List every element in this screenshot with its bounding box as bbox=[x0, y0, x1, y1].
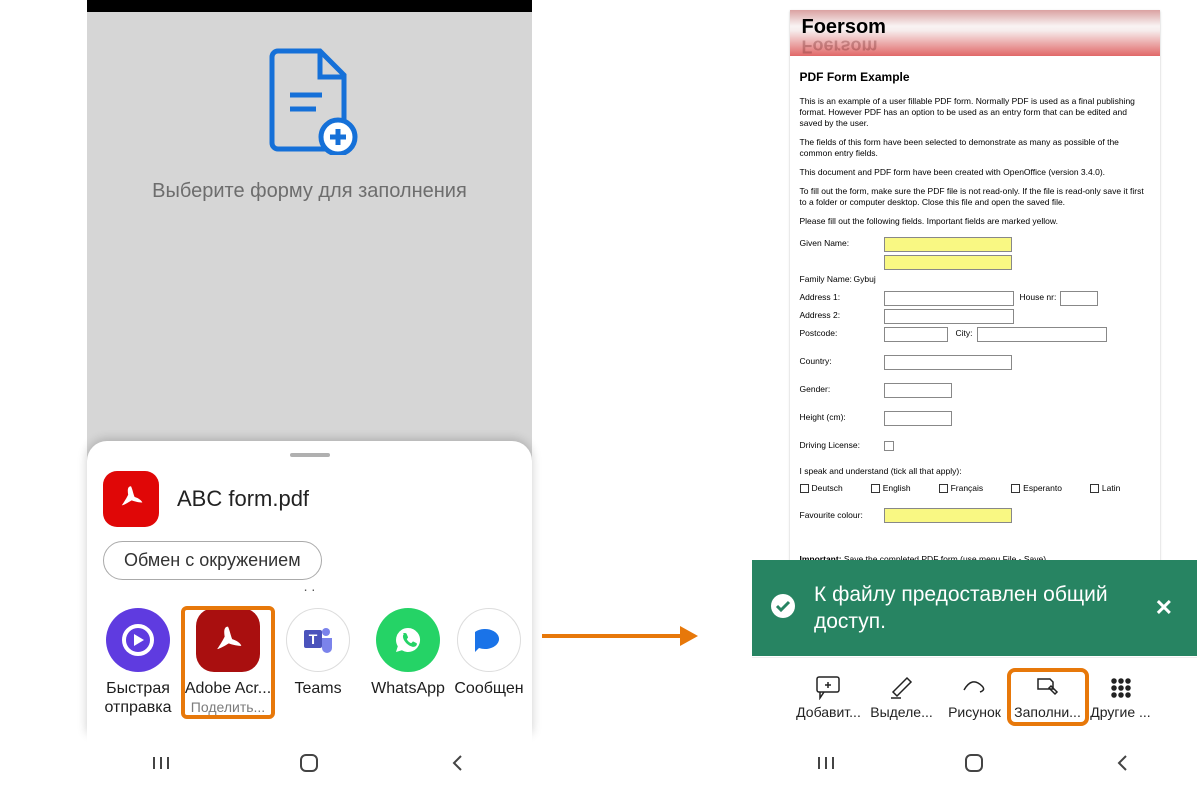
pdf-banner: Foersom Foersom bbox=[790, 10, 1160, 56]
postcode-field[interactable] bbox=[884, 327, 948, 342]
field-label-given-name: Given Name: bbox=[800, 238, 864, 249]
lang-deutsch-checkbox[interactable]: Deutsch bbox=[800, 483, 843, 494]
choose-form-text: Выберите форму для заполнения bbox=[152, 180, 467, 203]
pdf-brand-reflection: Foersom bbox=[802, 34, 878, 57]
share-app-teams[interactable]: T Teams bbox=[273, 608, 363, 717]
tool-draw[interactable]: Рисунок bbox=[940, 674, 1010, 720]
app-label: Быстрая отправка bbox=[104, 680, 171, 717]
nav-home-icon[interactable] bbox=[297, 751, 321, 780]
field-label-height: Height (cm): bbox=[800, 412, 864, 423]
acrobat-app-icon bbox=[196, 608, 260, 672]
nearby-share-button[interactable]: Обмен с окружением bbox=[103, 541, 322, 580]
field-label-postcode: Postcode: bbox=[800, 328, 864, 339]
pdf-paragraph: This is an example of a user fillable PD… bbox=[800, 96, 1150, 129]
field-label-driving-license: Driving License: bbox=[800, 440, 876, 451]
favourite-colour-field[interactable] bbox=[884, 508, 1012, 523]
nav-home-icon[interactable] bbox=[962, 751, 986, 780]
city-field[interactable] bbox=[977, 327, 1107, 342]
lang-francais-checkbox[interactable]: Français bbox=[939, 483, 984, 494]
field-label-address2: Address 2: bbox=[800, 310, 864, 321]
file-row: ABC form.pdf bbox=[87, 467, 532, 541]
tool-fill-sign[interactable]: Заполни... bbox=[1013, 674, 1083, 720]
pdf-paragraph: This document and PDF form have been cre… bbox=[800, 167, 1150, 178]
more-indicator: . . bbox=[87, 578, 532, 594]
nav-recents-icon[interactable] bbox=[814, 751, 838, 780]
app-label: Adobe Acr... bbox=[185, 680, 271, 698]
close-icon[interactable]: ✕ bbox=[1149, 589, 1179, 627]
tool-add-comment[interactable]: Добавит... bbox=[794, 674, 864, 720]
phone-right: Foersom Foersom PDF Form Example This is… bbox=[752, 0, 1197, 795]
share-success-toast: К файлу предоставлен общий доступ. ✕ bbox=[752, 560, 1197, 656]
tool-more[interactable]: Другие ... bbox=[1086, 674, 1156, 720]
given-name-field-2[interactable] bbox=[884, 255, 1012, 270]
messages-icon bbox=[457, 608, 521, 672]
whatsapp-icon bbox=[376, 608, 440, 672]
given-name-field[interactable] bbox=[884, 237, 1012, 252]
family-name-value: Gybuj bbox=[854, 274, 876, 285]
android-nav-bar bbox=[752, 735, 1197, 795]
tool-label: Добавит... bbox=[796, 704, 861, 720]
tool-label: Другие ... bbox=[1090, 704, 1150, 720]
pdf-tools-bar: Добавит... Выделе... Рисунок Заполни... … bbox=[752, 657, 1197, 735]
pdf-paragraph: Please fill out the following fields. Im… bbox=[800, 216, 1150, 227]
field-label-country: Country: bbox=[800, 356, 864, 367]
country-field[interactable] bbox=[884, 355, 1012, 370]
address2-field[interactable] bbox=[884, 309, 1014, 324]
address1-field[interactable] bbox=[884, 291, 1014, 306]
field-label-languages: I speak and understand (tick all that ap… bbox=[800, 466, 962, 477]
nav-back-icon[interactable] bbox=[1111, 751, 1135, 780]
acrobat-icon bbox=[103, 471, 159, 527]
lang-esperanto-checkbox[interactable]: Esperanto bbox=[1011, 483, 1062, 494]
tool-label: Рисунок bbox=[948, 704, 1001, 720]
pdf-paragraph: The fields of this form have been select… bbox=[800, 137, 1150, 159]
field-label-city: City: bbox=[956, 328, 973, 339]
nav-back-icon[interactable] bbox=[446, 751, 470, 780]
field-label-house-nr: House nr: bbox=[1020, 292, 1057, 303]
svg-text:T: T bbox=[309, 631, 318, 647]
pdf-title: PDF Form Example bbox=[800, 70, 1150, 86]
file-name: ABC form.pdf bbox=[177, 486, 309, 512]
height-field[interactable] bbox=[884, 411, 952, 426]
app-label: Сообщен bbox=[454, 680, 523, 698]
choose-form-area: Выберите форму для заполнения bbox=[87, 12, 532, 432]
field-label-address1: Address 1: bbox=[800, 292, 864, 303]
android-nav-bar bbox=[87, 735, 532, 795]
tool-label: Выделе... bbox=[870, 704, 933, 720]
share-app-messages[interactable]: Сообщен bbox=[453, 608, 525, 717]
lang-english-checkbox[interactable]: English bbox=[871, 483, 911, 494]
app-sublabel: Поделить... bbox=[191, 699, 265, 715]
tool-label: Заполни... bbox=[1014, 704, 1081, 720]
pdf-paragraph: To fill out the form, make sure the PDF … bbox=[800, 186, 1150, 208]
app-label: Teams bbox=[294, 680, 341, 698]
teams-icon: T bbox=[286, 608, 350, 672]
share-app-adobe-acrobat[interactable]: Adobe Acr... Поделить... bbox=[183, 608, 273, 717]
share-app-quick-share[interactable]: Быстрая отправка bbox=[93, 608, 183, 717]
share-sheet: ABC form.pdf Обмен с окружением . . Быст… bbox=[87, 441, 532, 735]
field-label-favourite-colour: Favourite colour: bbox=[800, 510, 880, 521]
share-app-whatsapp[interactable]: WhatsApp bbox=[363, 608, 453, 717]
phone-left: Выберите форму для заполнения ABC form.p… bbox=[87, 0, 532, 795]
app-label: WhatsApp bbox=[371, 680, 445, 698]
quick-share-icon bbox=[106, 608, 170, 672]
check-circle-icon bbox=[770, 593, 796, 624]
house-nr-field[interactable] bbox=[1060, 291, 1098, 306]
gender-field[interactable] bbox=[884, 383, 952, 398]
document-plus-icon bbox=[260, 47, 360, 160]
field-label-gender: Gender: bbox=[800, 384, 864, 395]
sheet-handle[interactable] bbox=[290, 453, 330, 457]
flow-arrow-icon bbox=[538, 616, 698, 656]
share-apps-row: Быстрая отправка Adobe Acr... Поделить..… bbox=[87, 608, 532, 717]
pdf-document: Foersom Foersom PDF Form Example This is… bbox=[790, 10, 1160, 579]
nav-recents-icon[interactable] bbox=[149, 751, 173, 780]
toast-text: К файлу предоставлен общий доступ. bbox=[814, 581, 1131, 636]
tool-highlight[interactable]: Выделе... bbox=[867, 674, 937, 720]
driving-license-checkbox[interactable] bbox=[884, 441, 894, 451]
lang-latin-checkbox[interactable]: Latin bbox=[1090, 483, 1120, 494]
status-bar bbox=[87, 0, 532, 12]
